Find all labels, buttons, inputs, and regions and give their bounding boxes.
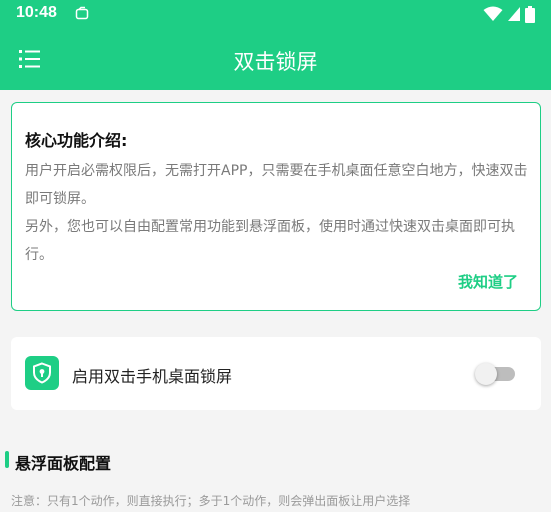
shield-lock-icon bbox=[25, 356, 59, 390]
intro-title: 核心功能介绍: bbox=[25, 131, 128, 150]
lock-toggle-switch[interactable] bbox=[475, 362, 515, 385]
section-accent-bar bbox=[5, 451, 9, 468]
acknowledge-button[interactable]: 我知道了 bbox=[458, 271, 518, 292]
battery-icon bbox=[525, 5, 535, 23]
lock-toggle-card: 启用双击手机桌面锁屏 bbox=[11, 337, 541, 410]
status-icons bbox=[483, 5, 535, 23]
intro-paragraph: 另外，您也可以自由配置常用功能到悬浮面板，使用时通过快速双击桌面即可执行。 bbox=[25, 219, 515, 263]
app-title: 双击锁屏 bbox=[233, 50, 318, 74]
intro-card: 核心功能介绍: 用户开启必需权限后，无需打开APP，只需要在手机桌面任意空白地方… bbox=[11, 102, 541, 311]
switch-thumb bbox=[475, 363, 497, 385]
intro-text: 用户开启必需权限后，无需打开APP，只需要在手机桌面任意空白地方，快速双击即可锁… bbox=[25, 157, 529, 269]
notification-box-icon bbox=[75, 6, 89, 20]
wifi-icon bbox=[483, 6, 503, 21]
cellular-icon bbox=[508, 7, 520, 21]
shield-lock-glyph bbox=[33, 362, 51, 384]
section-title: 悬浮面板配置 bbox=[15, 454, 112, 473]
status-time: 10:48 bbox=[16, 4, 57, 21]
lock-toggle-label: 启用双击手机桌面锁屏 bbox=[72, 367, 233, 386]
app-bar: 双击锁屏 bbox=[0, 28, 551, 90]
intro-paragraph: 用户开启必需权限后，无需打开APP，只需要在手机桌面任意空白地方，快速双击即可锁… bbox=[25, 163, 528, 207]
status-bar: 10:48 bbox=[0, 0, 551, 28]
note-text: 注意：只有1个动作，则直接执行；多于1个动作，则会弹出面板让用户选择 bbox=[11, 494, 411, 508]
